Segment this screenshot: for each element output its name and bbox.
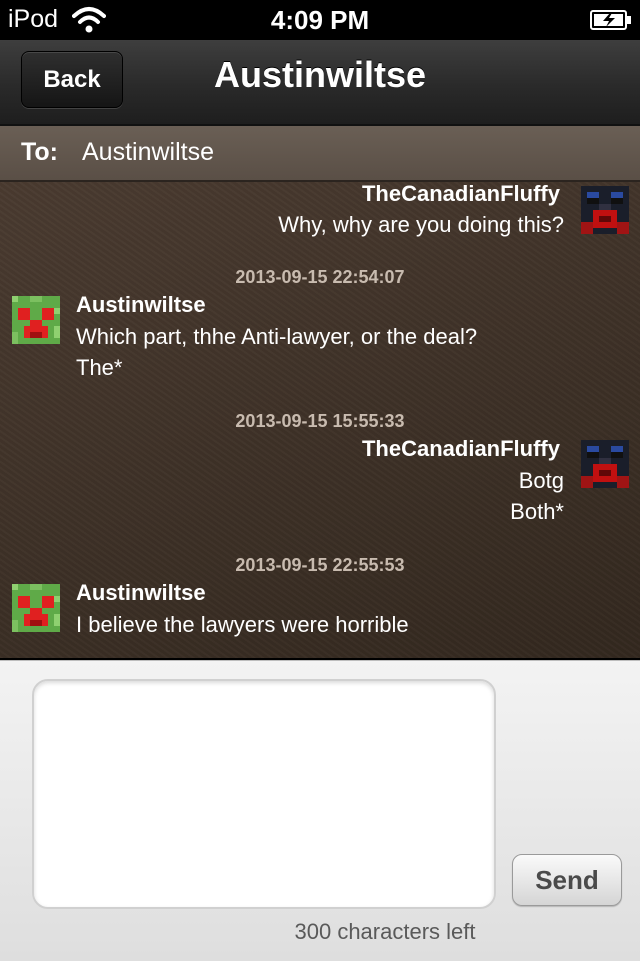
recipient-label: To: [21,138,59,166]
page-title: Austinwiltse [213,54,427,95]
message-timestamp: 2013-09-15 22:54:07 [235,267,405,287]
composer-panel: Send 300 characters left [0,660,640,961]
status-bar: iPod 4:09 PM [0,0,640,40]
message-text: Why, why are you doing this? [278,212,564,237]
message-text: Botg [518,468,564,493]
message-timestamp: 2013-09-15 22:55:53 [235,555,405,575]
status-time: 4:09 PM [270,5,370,35]
battery-charging-icon [590,10,631,30]
dark-pixel-avatar-icon [581,186,629,234]
recipient-value[interactable]: Austinwiltse [82,138,214,167]
message-sender: Austinwiltse [76,580,206,605]
creeper-avatar-icon [12,584,60,632]
message-text: Which part, thhe Anti-lawyer, or the dea… [76,324,478,349]
send-button[interactable]: Send [512,854,622,906]
message-sender: Austinwiltse [76,292,206,317]
back-button[interactable]: Back [21,51,123,108]
creeper-avatar-icon [12,296,60,344]
recipient-bar: To: Austinwiltse [0,126,640,182]
dark-pixel-avatar-icon [581,440,629,488]
message-input[interactable] [32,679,496,909]
message-text: The* [76,355,123,380]
message-timestamp: 2013-09-15 15:55:33 [235,411,405,431]
navigation-bar: Back Austinwiltse [0,40,640,126]
message-sender: TheCanadianFluffy [361,436,560,461]
message-text: I believe the lawyers were horrible [76,612,409,637]
message-list[interactable]: TheCanadianFluffy Why, why are you doing… [0,182,640,658]
message-sender: TheCanadianFluffy [361,182,560,206]
message-text: Both* [510,499,564,524]
characters-left-label: 300 characters left [294,919,476,944]
